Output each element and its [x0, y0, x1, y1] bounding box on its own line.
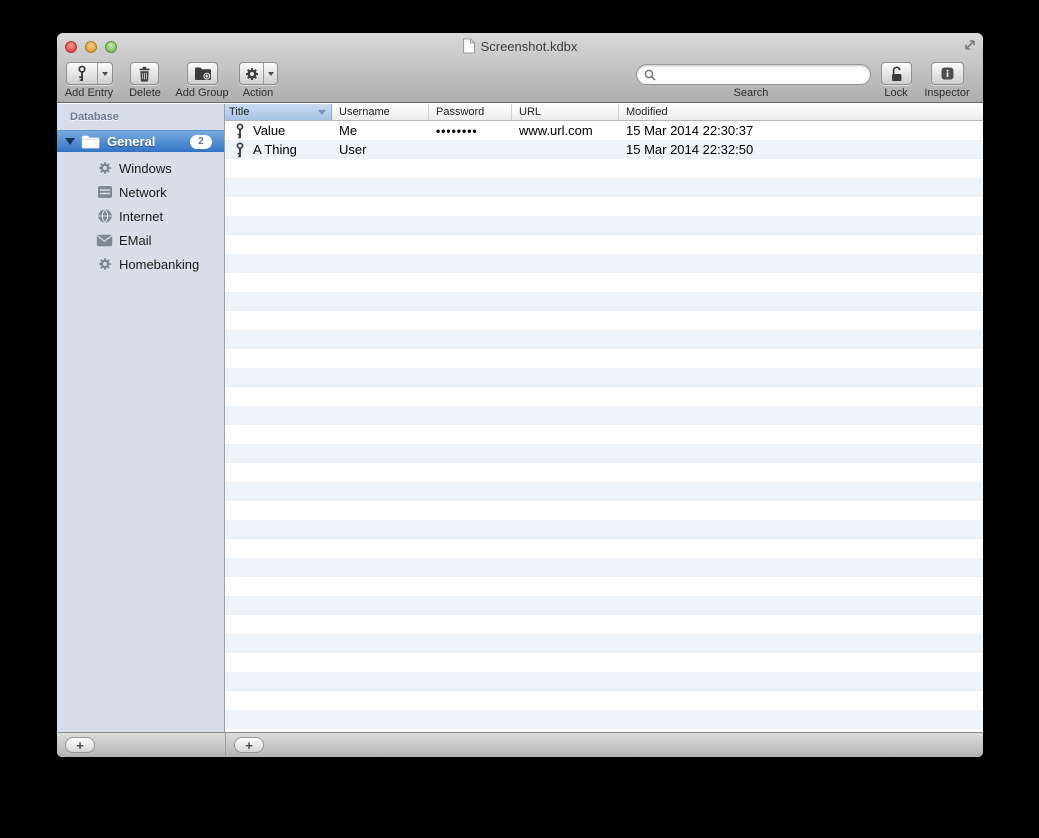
chevron-down-icon: [102, 71, 109, 76]
sidebar-item-internet[interactable]: Internet: [57, 204, 224, 228]
key-icon: [235, 122, 245, 139]
gear-icon: [96, 160, 113, 177]
lock-button[interactable]: [881, 62, 912, 85]
disclosure-triangle-icon[interactable]: [65, 138, 75, 145]
content-area: Database General 2 Windows Network Inter…: [57, 104, 983, 732]
open-padlock-icon: [888, 65, 905, 82]
entry-modified: 15 Mar 2014 22:30:37: [626, 123, 754, 138]
sidebar-group-general[interactable]: General 2: [57, 130, 224, 152]
delete-label: Delete: [129, 87, 161, 99]
search-label: Search: [733, 87, 769, 99]
action-label: Action: [242, 87, 274, 99]
sidebar-item-label: Network: [119, 184, 167, 200]
entry-username: Me: [339, 123, 358, 138]
table-row[interactable]: Value Me •••••••• www.url.com 15 Mar 201…: [225, 121, 983, 140]
footer-divider: [225, 733, 226, 757]
sidebar-item-label: Windows: [119, 160, 172, 176]
magnifier-icon: [643, 68, 657, 82]
sort-descending-icon: [318, 109, 326, 115]
column-header-password[interactable]: Password: [429, 104, 512, 120]
app-window: Screenshot.kdbx Add Entry Delete Add Gro…: [57, 33, 983, 757]
mail-icon: [96, 232, 113, 249]
window-title: Screenshot.kdbx: [480, 38, 578, 54]
entry-password-masked: ••••••••: [436, 123, 478, 138]
add-group-plus-button[interactable]: +: [65, 737, 95, 753]
gear-icon: [96, 256, 113, 273]
sidebar: Database General 2 Windows Network Inter…: [57, 104, 225, 732]
sidebar-item-windows[interactable]: Windows: [57, 156, 224, 180]
sidebar-group-label: General: [107, 134, 156, 149]
globe-icon: [96, 208, 113, 225]
entry-modified: 15 Mar 2014 22:32:50: [626, 142, 754, 157]
entry-url: www.url.com: [519, 123, 593, 138]
server-icon: [96, 184, 113, 201]
column-header-url[interactable]: URL: [512, 104, 619, 120]
fullscreen-icon[interactable]: [962, 37, 978, 53]
search-field[interactable]: [636, 64, 871, 85]
table-body: Value Me •••••••• www.url.com 15 Mar 201…: [225, 121, 983, 732]
title-bar: Screenshot.kdbx Add Entry Delete Add Gro…: [57, 33, 983, 103]
sidebar-item-homebanking[interactable]: Homebanking: [57, 252, 224, 276]
entry-title: Value: [253, 123, 286, 138]
lock-label: Lock: [884, 87, 908, 99]
window-title-group: Screenshot.kdbx: [463, 37, 578, 55]
folder-plus-icon: [194, 66, 212, 81]
entry-title: A Thing: [253, 142, 297, 157]
trash-icon: [137, 66, 152, 82]
search-input[interactable]: [657, 66, 870, 83]
add-entry-dropdown[interactable]: [97, 63, 112, 84]
minimize-button[interactable]: [85, 41, 97, 53]
entry-table: Title Username Password URL Modified Val…: [225, 104, 983, 732]
info-icon: [940, 66, 955, 81]
sidebar-section-header: Database: [70, 111, 119, 123]
bottom-bar: + +: [57, 732, 983, 757]
key-icon: [235, 141, 245, 158]
gear-icon[interactable]: [240, 63, 263, 84]
table-header: Title Username Password URL Modified: [225, 104, 983, 121]
key-icon[interactable]: [67, 63, 97, 84]
zoom-button[interactable]: [105, 41, 117, 53]
column-header-username[interactable]: Username: [332, 104, 429, 120]
add-entry-plus-button[interactable]: +: [234, 737, 264, 753]
inspector-button[interactable]: [931, 62, 964, 85]
sidebar-item-email[interactable]: EMail: [57, 228, 224, 252]
add-group-label: Add Group: [175, 87, 229, 99]
sidebar-item-label: Homebanking: [119, 256, 200, 272]
delete-button[interactable]: [130, 62, 159, 85]
action-dropdown[interactable]: [263, 63, 277, 84]
add-group-button[interactable]: [187, 62, 218, 85]
document-icon: [463, 38, 476, 54]
sidebar-item-network[interactable]: Network: [57, 180, 224, 204]
sidebar-item-label: Internet: [119, 208, 164, 224]
folder-icon: [81, 134, 100, 149]
sidebar-item-label: EMail: [119, 232, 152, 248]
action-button[interactable]: [239, 62, 278, 85]
table-row[interactable]: A Thing User 15 Mar 2014 22:32:50: [225, 140, 983, 159]
close-button[interactable]: [65, 41, 77, 53]
column-header-title[interactable]: Title: [225, 104, 332, 120]
inspector-label: Inspector: [924, 87, 970, 99]
chevron-down-icon: [267, 71, 274, 76]
add-entry-button[interactable]: [66, 62, 113, 85]
add-entry-label: Add Entry: [64, 87, 114, 99]
entry-count-badge: 2: [190, 134, 212, 149]
entry-username: User: [339, 142, 367, 157]
column-header-modified[interactable]: Modified: [619, 104, 983, 120]
